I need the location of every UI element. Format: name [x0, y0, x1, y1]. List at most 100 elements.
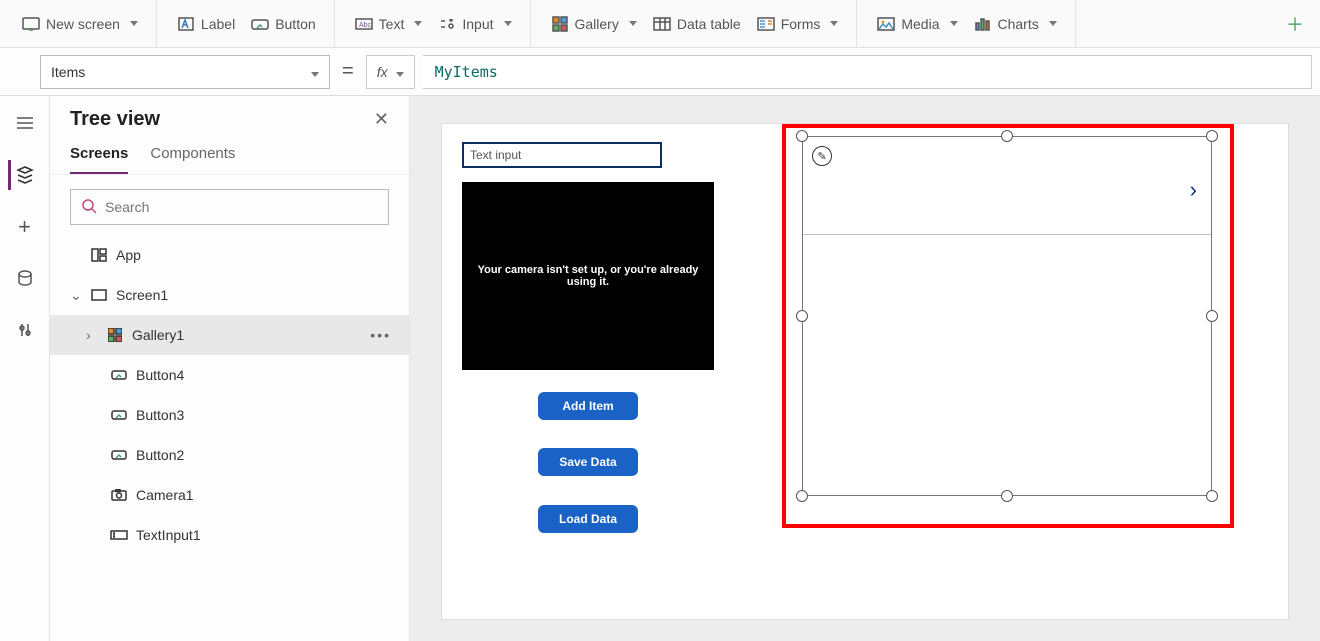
chevron-right-icon: ›	[86, 327, 98, 343]
add-icon[interactable]: ＋	[1286, 15, 1304, 33]
panel-title: Tree view	[70, 108, 160, 131]
property-label: Items	[51, 64, 85, 80]
gallery-icon	[551, 15, 569, 33]
label-icon	[177, 15, 195, 33]
ribbon-toolbar: New screen Label Button Abc Text Input G…	[0, 0, 1320, 48]
resize-handle[interactable]	[796, 130, 808, 142]
button-label: Button	[275, 16, 315, 32]
svg-text:Abc: Abc	[359, 22, 372, 29]
tree-label: Button3	[136, 407, 184, 423]
chevron-down-icon	[392, 64, 404, 80]
property-dropdown[interactable]: Items	[40, 55, 330, 89]
formula-input[interactable]: MyItems	[423, 55, 1312, 89]
tab-screens[interactable]: Screens	[70, 139, 128, 174]
tree-label: Button4	[136, 367, 184, 383]
data-table-button[interactable]: Data table	[647, 7, 747, 41]
resize-handle[interactable]	[1206, 310, 1218, 322]
media-label: Media	[901, 16, 939, 32]
chevron-down-icon	[307, 64, 319, 80]
tree-node-gallery1[interactable]: › Gallery1 •••	[50, 315, 409, 355]
media-icon	[877, 15, 895, 33]
resize-handle[interactable]	[1001, 130, 1013, 142]
tree-label: Button2	[136, 447, 184, 463]
tree-label: Camera1	[136, 487, 194, 503]
rail-tools[interactable]	[10, 316, 40, 346]
chevron-right-icon[interactable]: ›	[1190, 177, 1197, 203]
resize-handle[interactable]	[1206, 130, 1218, 142]
add-item-button[interactable]: Add Item	[538, 392, 638, 420]
charts-button[interactable]: Charts	[968, 7, 1063, 41]
rail-insert[interactable]: +	[10, 212, 40, 242]
charts-label: Charts	[998, 16, 1039, 32]
tree: App ⌄ Screen1 › Gallery1 ••• Button4 But…	[50, 235, 409, 641]
resize-handle[interactable]	[796, 310, 808, 322]
gallery-row[interactable]: ›	[803, 137, 1211, 235]
canvas-area: Text input Your camera isn't set up, or …	[410, 96, 1320, 641]
button-icon	[110, 366, 128, 384]
chevron-down-icon: ⌄	[70, 287, 82, 304]
input-icon	[438, 15, 456, 33]
canvas-camera[interactable]: Your camera isn't set up, or you're alre…	[462, 182, 714, 370]
input-button[interactable]: Input	[432, 7, 517, 41]
input-label: Input	[462, 16, 493, 32]
tree-label: App	[116, 247, 141, 263]
tree-node-button4[interactable]: Button4	[50, 355, 409, 395]
data-table-label: Data table	[677, 16, 741, 32]
load-data-button[interactable]: Load Data	[538, 505, 638, 533]
text-icon: Abc	[355, 15, 373, 33]
resize-handle[interactable]	[1001, 490, 1013, 502]
new-screen-label: New screen	[46, 16, 120, 32]
tree-label: Gallery1	[132, 327, 184, 343]
more-icon[interactable]: •••	[370, 327, 391, 343]
tree-node-button2[interactable]: Button2	[50, 435, 409, 475]
app-icon	[90, 246, 108, 264]
tree-node-textinput1[interactable]: TextInput1	[50, 515, 409, 555]
rail-data[interactable]	[10, 264, 40, 294]
equals-sign: =	[338, 60, 358, 83]
canvas-screen[interactable]: Text input Your camera isn't set up, or …	[442, 124, 1288, 619]
left-rail: +	[0, 96, 50, 641]
search-input[interactable]	[105, 199, 378, 215]
gallery-label: Gallery	[575, 16, 619, 32]
tree-node-button3[interactable]: Button3	[50, 395, 409, 435]
resize-handle[interactable]	[1206, 490, 1218, 502]
forms-button[interactable]: Forms	[751, 7, 845, 41]
screen-icon	[22, 15, 40, 33]
tree-view-panel: Tree view ✕ Screens Components App ⌄ Scr…	[50, 96, 410, 641]
screen-icon	[90, 286, 108, 304]
button-icon	[251, 15, 269, 33]
tree-node-app[interactable]: App	[50, 235, 409, 275]
search-icon	[81, 198, 97, 217]
button-icon	[110, 446, 128, 464]
formula-bar: Items = fx MyItems	[0, 48, 1320, 96]
tab-components[interactable]: Components	[150, 139, 235, 174]
fx-label: fx	[377, 64, 388, 80]
rail-tree-view[interactable]	[8, 160, 38, 190]
resize-handle[interactable]	[796, 490, 808, 502]
button-button[interactable]: Button	[245, 7, 321, 41]
new-screen-button[interactable]: New screen	[16, 7, 144, 41]
label-button[interactable]: Label	[171, 7, 241, 41]
media-button[interactable]: Media	[871, 7, 963, 41]
camera-icon	[110, 486, 128, 504]
button-icon	[110, 406, 128, 424]
text-button[interactable]: Abc Text	[349, 7, 429, 41]
edit-icon[interactable]: ✎	[812, 146, 832, 166]
rail-hamburger[interactable]	[10, 108, 40, 138]
canvas-gallery[interactable]: ›	[802, 136, 1212, 496]
forms-label: Forms	[781, 16, 821, 32]
charts-icon	[974, 15, 992, 33]
tree-node-screen1[interactable]: ⌄ Screen1	[50, 275, 409, 315]
data-table-icon	[653, 15, 671, 33]
forms-icon	[757, 15, 775, 33]
fx-dropdown[interactable]: fx	[366, 55, 415, 89]
textinput-icon	[110, 526, 128, 544]
canvas-text-input[interactable]: Text input	[462, 142, 662, 168]
tree-node-camera1[interactable]: Camera1	[50, 475, 409, 515]
tree-label: Screen1	[116, 287, 168, 303]
close-icon[interactable]: ✕	[374, 109, 389, 130]
save-data-button[interactable]: Save Data	[538, 448, 638, 476]
gallery-icon	[106, 326, 124, 344]
search-box[interactable]	[70, 189, 389, 225]
gallery-button[interactable]: Gallery	[545, 7, 643, 41]
